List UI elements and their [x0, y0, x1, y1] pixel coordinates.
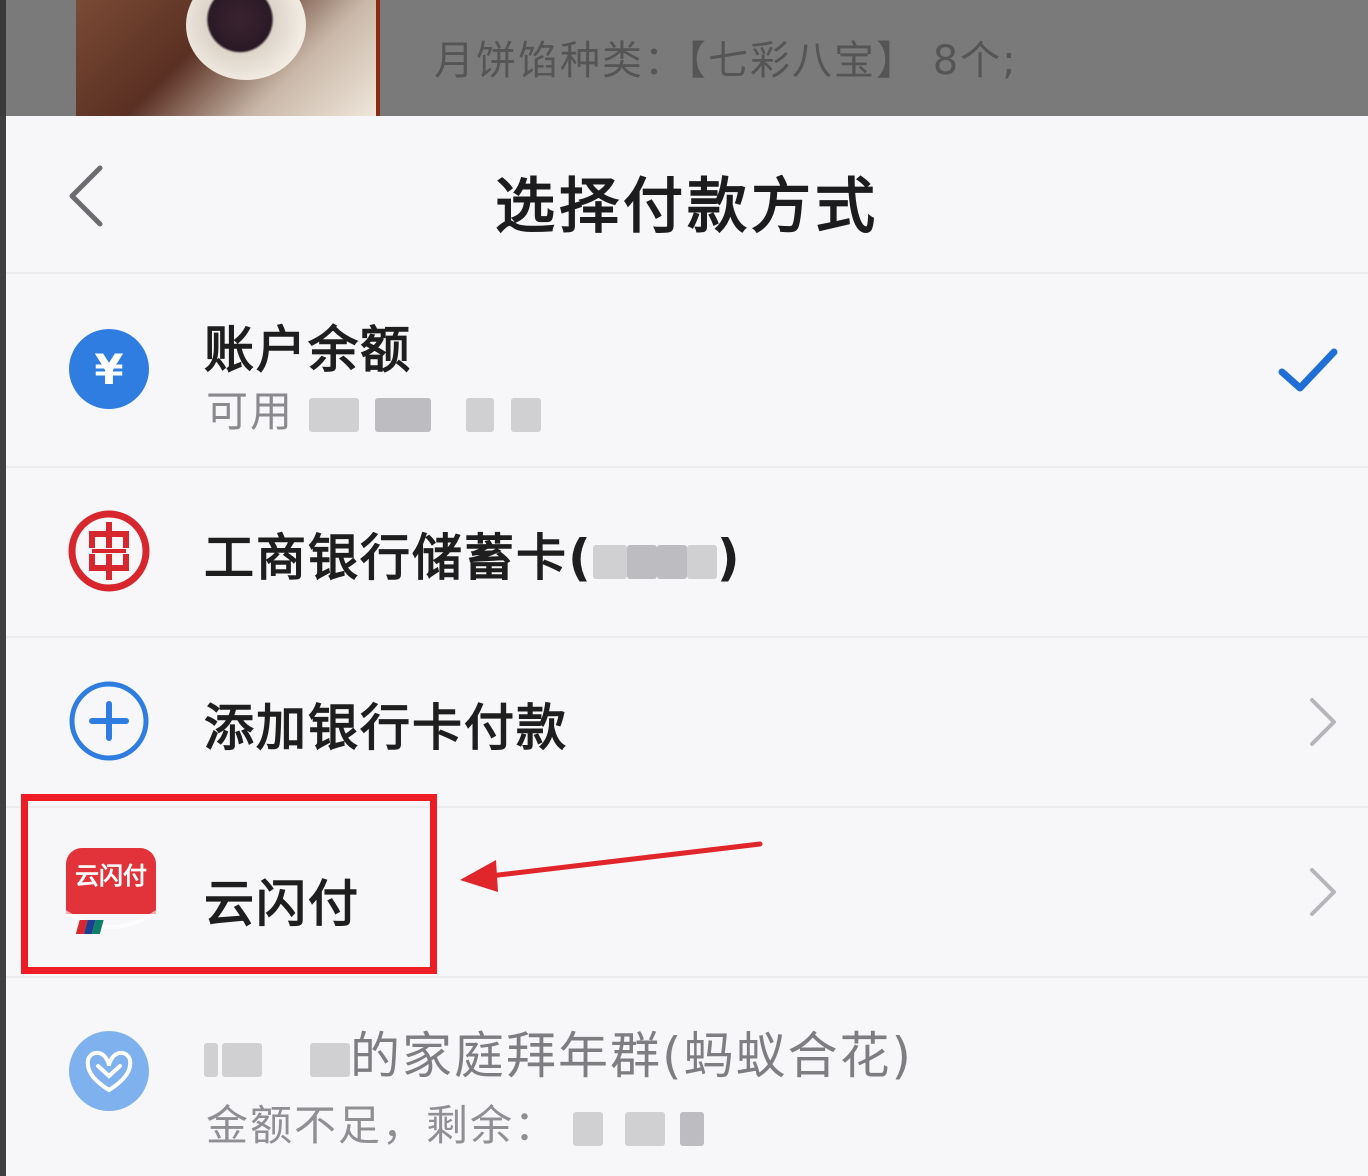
redacted-amount [374, 397, 431, 432]
card-name: 工商银行储蓄卡 [204, 529, 568, 587]
svg-text:¥: ¥ [94, 345, 123, 394]
annotation-arrow [460, 841, 763, 892]
highlight-box [21, 794, 437, 974]
redacted-amount [573, 1111, 604, 1146]
insufficient-label: 金额不足，剩余： [206, 1101, 559, 1150]
redacted-card-number [686, 544, 717, 579]
redacted-amount [680, 1111, 705, 1146]
available-balance: 可用 [206, 378, 542, 439]
redacted-card-number [656, 544, 687, 579]
redacted-name [222, 1042, 262, 1077]
payment-method-sheet: 选择付款方式 ¥ 账户余额 可用 工商银行储蓄卡() 添加银行卡付款 云闪付 云… [6, 116, 1368, 1176]
option-label: 添加银行卡付款 [204, 699, 568, 757]
redacted-amount [309, 397, 360, 432]
background-page: 月饼馅种类：【七彩八宝】 8个; [0, 0, 1368, 116]
product-spec-text: 月饼馅种类：【七彩八宝】 8个; [434, 38, 1018, 84]
sheet-header: 选择付款方式 [6, 116, 1368, 274]
remaining-balance: 金额不足，剩余： [206, 1092, 705, 1153]
redacted-amount [466, 397, 495, 432]
payment-option-icbc-card[interactable]: 工商银行储蓄卡() [6, 468, 1368, 638]
option-label: 账户余额 [204, 321, 412, 379]
group-name: 的家庭拜年群(蚂蚁合花) [350, 1027, 914, 1085]
redacted-name [310, 1042, 350, 1077]
option-label: 工商银行储蓄卡() [204, 518, 742, 590]
card-suffix-close: ) [716, 529, 742, 587]
plus-circle-icon [69, 681, 149, 761]
product-thumbnail [76, 0, 380, 116]
redacted-amount [624, 1111, 665, 1146]
redacted-name [204, 1042, 218, 1077]
available-label: 可用 [206, 387, 295, 436]
icbc-logo-icon [68, 510, 150, 592]
card-suffix-open: ( [568, 529, 593, 587]
chevron-right-icon [1310, 868, 1336, 916]
payment-option-family-group[interactable]: 的家庭拜年群(蚂蚁合花) 金额不足，剩余： [6, 978, 1368, 1176]
left-edge [0, 0, 6, 116]
checkmark-icon [1278, 348, 1338, 392]
redacted-card-number [592, 544, 627, 579]
payment-option-add-card[interactable]: 添加银行卡付款 [6, 638, 1368, 808]
redacted-card-number [626, 544, 657, 579]
chevron-right-icon [1310, 698, 1336, 746]
yuan-coin-icon: ¥ [69, 329, 149, 409]
redacted-amount [511, 397, 542, 432]
page-title: 选择付款方式 [495, 172, 879, 242]
mooncake-image [186, 0, 306, 80]
payment-option-balance[interactable]: ¥ 账户余额 可用 [6, 274, 1368, 468]
option-label: 的家庭拜年群(蚂蚁合花) [204, 1016, 913, 1088]
ant-flower-icon [69, 1031, 149, 1111]
